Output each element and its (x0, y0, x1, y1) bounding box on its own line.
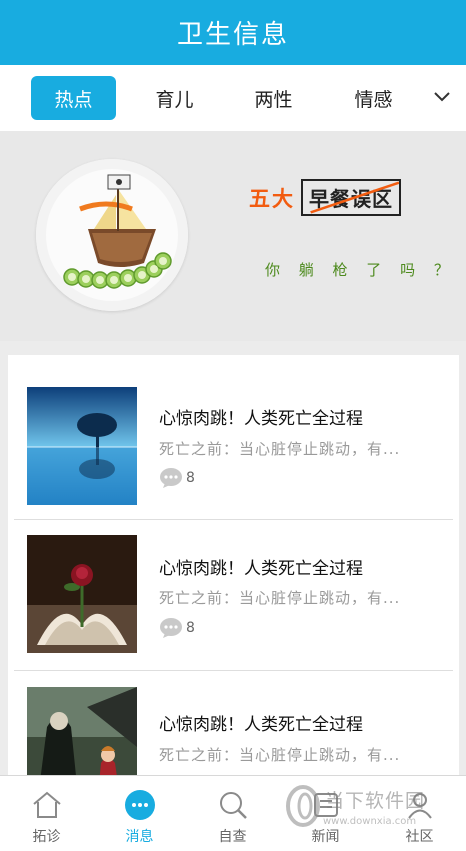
tab-bar-label: 消息 (125, 829, 154, 845)
comment-bubble-icon (160, 468, 182, 488)
banner-headline: 五大 早餐误区 (249, 179, 401, 216)
tab-emotion[interactable]: 情感 (331, 76, 416, 120)
tab-bar-item-community[interactable]: 社区 (373, 776, 466, 851)
tab-bar-label: 新闻 (311, 829, 340, 845)
list-item[interactable]: 心惊肉跳！人类死亡全过程 死亡之前：当心脏停止跳动，有... 8 (8, 355, 459, 520)
article-thumbnail (27, 687, 137, 775)
breakfast-plate-image (36, 159, 188, 311)
comment-bubble-icon (160, 618, 182, 638)
article-title[interactable]: 心惊肉跳！人类死亡全过程 (159, 554, 363, 579)
article-title[interactable]: 心惊肉跳！人类死亡全过程 (159, 404, 363, 429)
message-bubble-icon (124, 790, 155, 820)
tab-bar-item-diagnosis[interactable]: 拓诊 (0, 776, 93, 851)
chevron-down-icon[interactable] (430, 85, 454, 109)
comment-count: 8 (159, 617, 195, 639)
community-icon (407, 793, 432, 819)
strike-through-line (310, 181, 399, 214)
search-icon (219, 792, 247, 819)
list-item[interactable]: 心惊肉跳！人类死亡全过程 死亡之前：当心脏停止跳动，有... 8 (8, 520, 459, 671)
tab-parenting[interactable]: 育儿 (132, 76, 217, 120)
article-thumbnail (27, 535, 137, 653)
article-title[interactable]: 心惊肉跳！人类死亡全过程 (159, 710, 363, 735)
tab-hot[interactable]: 热点 (31, 76, 116, 120)
page-title: 卫生信息 (176, 20, 289, 50)
banner-title-highlight: 五大 (249, 186, 295, 211)
comment-count: 8 (159, 467, 195, 489)
hero-banner[interactable]: 五大 早餐误区 你 躺 枪 了 吗 ？ (0, 131, 466, 341)
tab-bar-label: 拓诊 (32, 829, 61, 845)
comment-count-value: 8 (186, 470, 195, 486)
tab-bar-label: 社区 (405, 829, 434, 845)
article-summary: 死亡之前：当心脏停止跳动，有... (159, 589, 401, 607)
article-summary: 死亡之前：当心脏停止跳动，有... (159, 440, 401, 458)
banner-subtitle: 你 躺 枪 了 吗 ？ (265, 261, 456, 279)
article-summary: 死亡之前：当心脏停止跳动，有... (159, 746, 401, 764)
article-thumbnail (27, 387, 137, 505)
comment-count-value: 8 (186, 620, 195, 636)
category-tabs: 热点 育儿 两性 情感 (0, 65, 466, 131)
home-icon (32, 791, 61, 818)
article-list: 心惊肉跳！人类死亡全过程 死亡之前：当心脏停止跳动，有... 8 心惊肉跳！人类… (8, 355, 459, 775)
bottom-tab-bar: 拓诊 消息 自查 新闻 社区 (0, 775, 466, 851)
tab-bar-label: 自查 (218, 829, 247, 845)
tab-bar-item-news[interactable]: 新闻 (279, 776, 372, 851)
banner-title-boxed: 早餐误区 (301, 179, 401, 216)
list-item[interactable]: 心惊肉跳！人类死亡全过程 死亡之前：当心脏停止跳动，有... (8, 671, 459, 775)
app-header: 卫生信息 (0, 0, 466, 65)
news-icon (313, 793, 338, 817)
tab-bar-item-messages[interactable]: 消息 (93, 776, 186, 851)
tab-bar-item-self-check[interactable]: 自查 (186, 776, 279, 851)
tab-sexes[interactable]: 两性 (231, 76, 316, 120)
